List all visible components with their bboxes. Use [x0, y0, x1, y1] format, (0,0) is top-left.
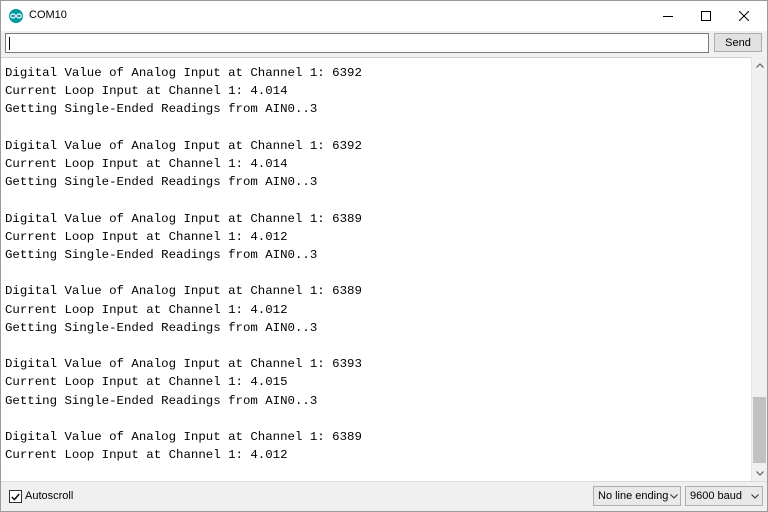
- scrollbar-thumb[interactable]: [753, 397, 766, 463]
- output-line: Getting Single-Ended Readings from AIN0.…: [5, 102, 318, 117]
- vertical-scrollbar[interactable]: [751, 57, 767, 481]
- window-title: COM10: [29, 9, 67, 21]
- line-ending-select[interactable]: No line ending: [593, 486, 681, 506]
- close-icon: [739, 11, 749, 21]
- minimize-icon: [663, 16, 673, 17]
- title-bar[interactable]: COM10: [1, 1, 767, 31]
- output-line: Digital Value of Analog Input at Channel…: [5, 284, 362, 299]
- serial-output-area[interactable]: Digital Value of Analog Input at Channel…: [1, 57, 751, 481]
- status-bar: Autoscroll No line ending 9600 baud: [1, 481, 767, 511]
- output-line: Current Loop Input at Channel 1: 4.012: [5, 302, 288, 317]
- output-line: Getting Single-Ended Readings from AIN0.…: [5, 393, 318, 408]
- output-line: Current Loop Input at Channel 1: 4.014: [5, 84, 288, 99]
- chevron-down-icon: [748, 493, 762, 499]
- autoscroll-checkbox[interactable]: [9, 490, 22, 503]
- output-line: Getting Single-Ended Readings from AIN0.…: [5, 175, 318, 190]
- minimize-button[interactable]: [649, 1, 687, 31]
- output-line: Getting Single-Ended Readings from AIN0.…: [5, 320, 318, 335]
- text-caret: [9, 37, 10, 50]
- autoscroll-label[interactable]: Autoscroll: [25, 490, 73, 502]
- scroll-up-button[interactable]: [752, 57, 768, 73]
- chevron-up-icon: [756, 62, 764, 68]
- output-line: Current Loop Input at Channel 1: 4.012: [5, 448, 288, 463]
- output-line: Current Loop Input at Channel 1: 4.014: [5, 157, 288, 171]
- chevron-down-icon: [756, 470, 764, 476]
- maximize-button[interactable]: [687, 1, 725, 31]
- arduino-icon: [9, 9, 23, 23]
- baud-rate-select[interactable]: 9600 baud: [685, 486, 763, 506]
- output-line: Current Loop Input at Channel 1: 4.012: [5, 229, 288, 244]
- output-line: Digital Value of Analog Input at Channel…: [5, 357, 362, 372]
- output-line: Digital Value of Analog Input at Channel…: [5, 138, 362, 153]
- baud-rate-value: 9600 baud: [690, 490, 742, 502]
- serial-input-field[interactable]: [5, 33, 709, 53]
- output-line: Current Loop Input at Channel 1: 4.015: [5, 375, 288, 390]
- serial-monitor-window: COM10 Send Digital Value of Analog Input…: [0, 0, 768, 512]
- send-bar: Send: [1, 31, 767, 55]
- chevron-down-icon: [668, 493, 680, 499]
- checkmark-icon: [11, 493, 20, 501]
- output-line: Digital Value of Analog Input at Channel…: [5, 430, 362, 444]
- send-button[interactable]: Send: [714, 33, 762, 52]
- close-button[interactable]: [725, 1, 763, 31]
- output-line: Digital Value of Analog Input at Channel…: [5, 211, 362, 226]
- line-ending-value: No line ending: [598, 490, 669, 502]
- output-line: Digital Value of Analog Input at Channel…: [5, 66, 362, 80]
- output-line: Getting Single-Ended Readings from AIN0.…: [5, 248, 318, 262]
- scroll-down-button[interactable]: [752, 465, 768, 481]
- maximize-icon: [701, 11, 711, 21]
